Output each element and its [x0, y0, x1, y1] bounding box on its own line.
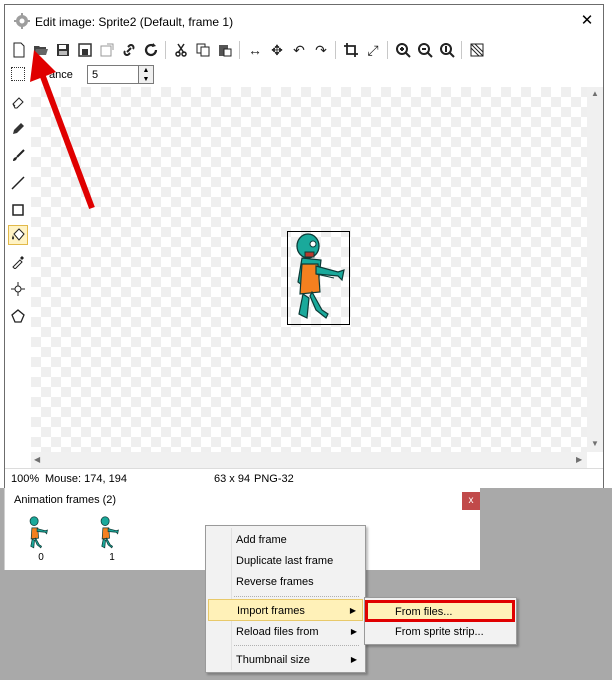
- pencil-icon[interactable]: [8, 119, 28, 139]
- eyedropper-icon[interactable]: [8, 252, 28, 272]
- image-format: PNG-32: [254, 473, 294, 485]
- zoom-reset-icon[interactable]: [437, 40, 457, 60]
- menu-separator: [234, 596, 359, 597]
- toolbar-separator: [239, 41, 240, 59]
- annotation-arrow: [30, 50, 95, 210]
- menu-item-reverse-frames[interactable]: Reverse frames: [208, 571, 363, 593]
- origin-icon[interactable]: [8, 279, 28, 299]
- zombie-sprite: [296, 233, 345, 319]
- mouse-position: Mouse: 174, 194: [45, 473, 127, 485]
- menu-item-reload-files-from[interactable]: Reload files from ▶: [208, 621, 363, 643]
- scroll-left-icon[interactable]: ◀: [34, 455, 40, 464]
- redo-icon[interactable]: ↷: [311, 40, 331, 60]
- copy-icon[interactable]: [193, 40, 213, 60]
- zoom-out-icon[interactable]: [415, 40, 435, 60]
- title-bar: Edit image: Sprite2 (Default, frame 1) ✕: [5, 5, 603, 37]
- toolbar-separator: [165, 41, 166, 59]
- menu-item-label: Duplicate last frame: [236, 555, 334, 567]
- import-frames-submenu: From files... From sprite strip...: [364, 597, 517, 645]
- line-icon[interactable]: [8, 173, 28, 193]
- frame-label: 1: [109, 552, 115, 563]
- scroll-up-icon[interactable]: ▲: [591, 89, 599, 98]
- status-bar: 100% Mouse: 174, 194 63 x 94 PNG-32: [5, 468, 603, 488]
- menu-item-duplicate-last-frame[interactable]: Duplicate last frame: [208, 550, 363, 572]
- fill-icon[interactable]: [8, 225, 28, 245]
- sprite-image[interactable]: [287, 231, 350, 325]
- image-size: 63 x 94: [214, 473, 251, 485]
- toolbar-separator: [461, 41, 462, 59]
- brush-icon[interactable]: [8, 146, 28, 166]
- menu-item-label: Thumbnail size: [236, 654, 310, 666]
- refresh-icon[interactable]: [141, 40, 161, 60]
- resize-icon[interactable]: ⤢: [363, 40, 383, 60]
- undo-icon[interactable]: ↶: [289, 40, 309, 60]
- scroll-right-icon[interactable]: ▶: [576, 455, 582, 464]
- move-horizontal-icon[interactable]: ↔: [245, 40, 265, 60]
- menu-item-import-frames[interactable]: Import frames ▶: [208, 599, 363, 621]
- zoom-in-icon[interactable]: [393, 40, 413, 60]
- tolerance-stepper[interactable]: ▲ ▼: [139, 65, 154, 84]
- menu-item-add-frame[interactable]: Add frame: [208, 529, 363, 551]
- vertical-scrollbar[interactable]: ▲ ▼: [587, 87, 603, 452]
- frame-thumbnail-1[interactable]: [97, 516, 127, 550]
- submenu-item-label: From files...: [395, 606, 453, 618]
- submenu-item-label: From sprite strip...: [395, 626, 484, 638]
- menu-separator: [234, 645, 359, 646]
- menu-item-label: Reverse frames: [236, 576, 314, 588]
- stepper-up-icon[interactable]: ▲: [139, 66, 153, 75]
- cut-icon[interactable]: [171, 40, 191, 60]
- grid-icon[interactable]: [467, 40, 487, 60]
- submenu-item-from-files[interactable]: From files...: [365, 600, 515, 622]
- crop-icon[interactable]: [341, 40, 361, 60]
- window-close-button[interactable]: ✕: [577, 11, 597, 31]
- menu-item-label: Import frames: [237, 605, 305, 617]
- menu-item-label: Reload files from: [236, 626, 319, 638]
- eraser-icon[interactable]: [8, 92, 28, 112]
- app-gear-icon: [14, 13, 30, 29]
- select-icon[interactable]: [11, 67, 25, 81]
- zombie-thumbnail-icon: [29, 516, 48, 549]
- new-icon[interactable]: [9, 40, 29, 60]
- toolbar-separator: [387, 41, 388, 59]
- menu-item-label: Add frame: [236, 534, 287, 546]
- context-menu: Add frame Duplicate last frame Reverse f…: [205, 525, 366, 673]
- panel-close-button[interactable]: x: [462, 492, 480, 510]
- image-canvas[interactable]: [31, 87, 587, 452]
- panel-title: Animation frames (2): [14, 494, 117, 506]
- submenu-arrow-icon: ▶: [350, 627, 357, 636]
- submenu-item-from-sprite-strip[interactable]: From sprite strip...: [365, 623, 515, 643]
- submenu-arrow-icon: ▶: [349, 606, 356, 615]
- horizontal-scrollbar[interactable]: ◀ ▶: [31, 452, 587, 468]
- paste-icon[interactable]: [215, 40, 235, 60]
- polygon-icon[interactable]: [8, 306, 28, 326]
- export-icon[interactable]: [97, 40, 117, 60]
- menu-item-thumbnail-size[interactable]: Thumbnail size ▶: [208, 649, 363, 671]
- zoom-level: 100%: [11, 473, 40, 485]
- scroll-down-icon[interactable]: ▼: [591, 439, 599, 448]
- stepper-down-icon[interactable]: ▼: [139, 75, 153, 84]
- window-title: Edit image: Sprite2 (Default, frame 1): [35, 15, 234, 29]
- frame-label: 0: [38, 552, 44, 563]
- zombie-thumbnail-icon: [100, 516, 119, 549]
- link-icon[interactable]: [119, 40, 139, 60]
- rectangle-icon[interactable]: [8, 200, 28, 220]
- toolbar-separator: [335, 41, 336, 59]
- move-vertical-icon[interactable]: ✥: [267, 40, 287, 60]
- submenu-arrow-icon: ▶: [350, 655, 357, 664]
- frame-thumbnail-0[interactable]: [26, 516, 56, 550]
